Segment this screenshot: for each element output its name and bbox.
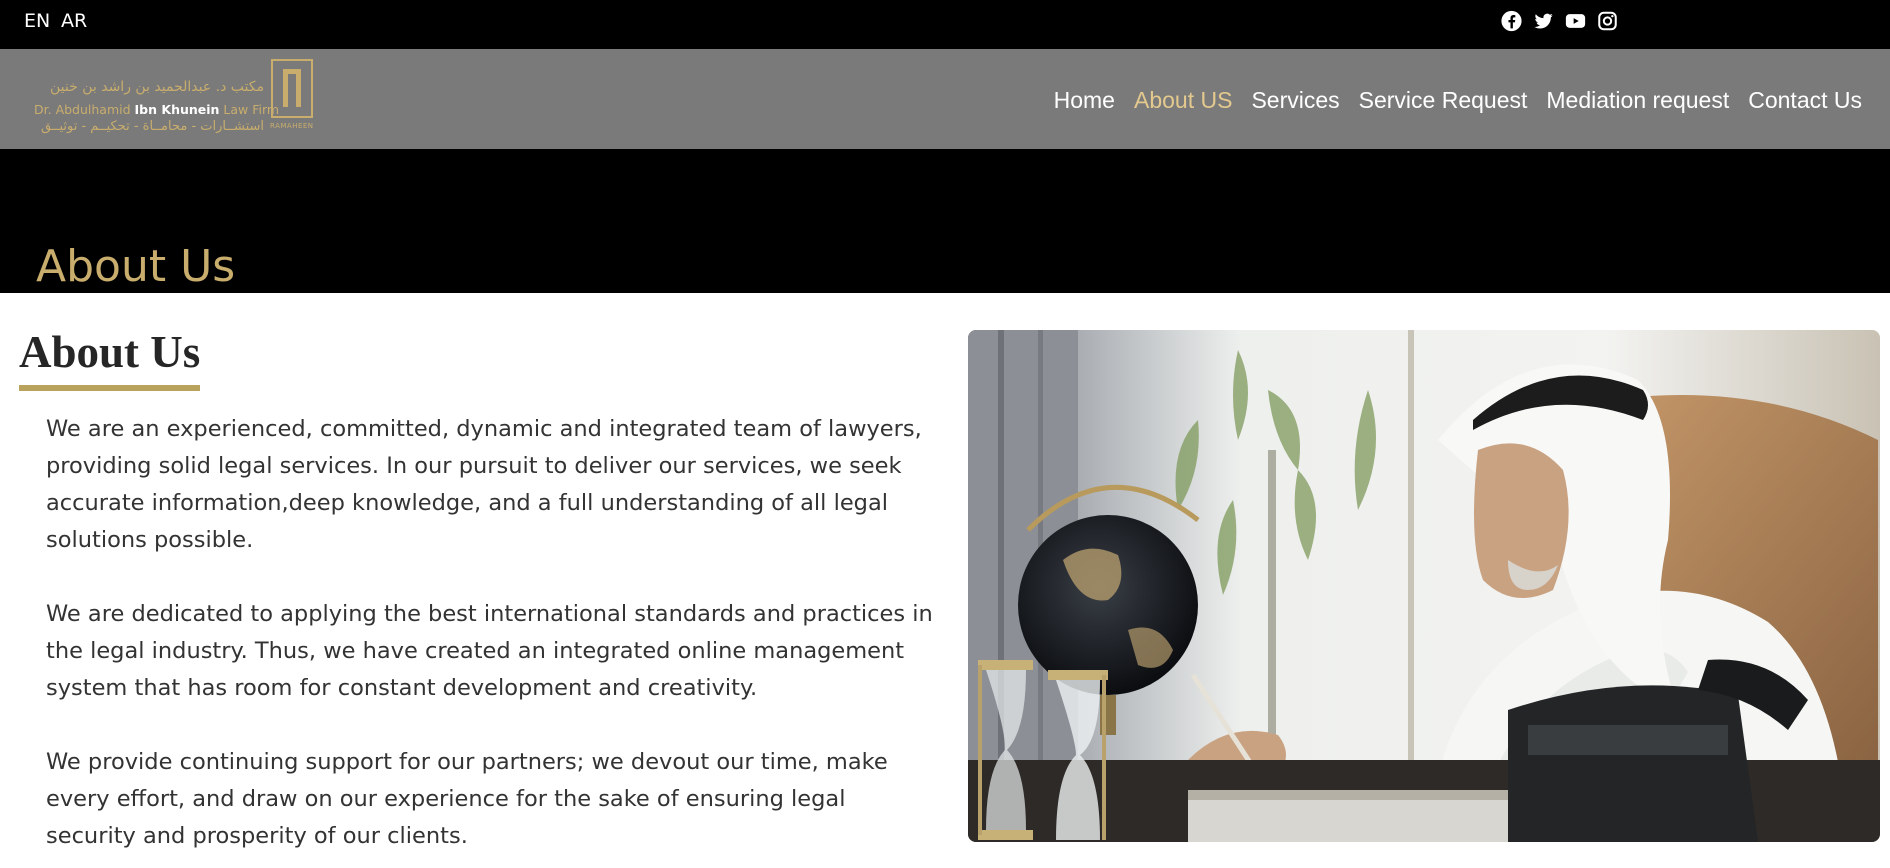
section-heading: About Us: [19, 327, 201, 377]
logo-english-name: Dr. Abdulhamid Ibn Khunein Law Firm: [34, 102, 280, 117]
nav-item-service-request[interactable]: Service Request: [1359, 87, 1528, 114]
top-bar: EN AR: [0, 0, 1890, 49]
youtube-icon[interactable]: [1564, 10, 1587, 32]
about-paragraph-1: We are an experienced, committed, dynami…: [46, 416, 922, 553]
logo-arabic-services: استشــارات - محامــاة - تحكيــم - توثيــ…: [41, 119, 264, 134]
language-en-link[interactable]: EN: [24, 10, 50, 32]
nav-item-about-us[interactable]: About US: [1134, 87, 1232, 114]
heading-underline: [19, 385, 200, 391]
facebook-icon[interactable]: [1500, 10, 1523, 32]
main-navbar: مكتب د. عبدالحميد بن راشد بن خنين Dr. Ab…: [0, 49, 1890, 149]
about-paragraph-3: We provide continuing support for our pa…: [46, 749, 888, 849]
nav-item-services[interactable]: Services: [1251, 87, 1339, 114]
logo-arabic-name: مكتب د. عبدالحميد بن راشد بن خنين: [50, 79, 264, 95]
page-hero: About Us: [0, 149, 1890, 293]
twitter-icon[interactable]: [1532, 10, 1555, 32]
about-paragraph-2: We are dedicated to applying the best in…: [46, 601, 933, 701]
language-ar-link[interactable]: AR: [61, 10, 87, 32]
nav-menu: Home About US Services Service Request M…: [1054, 87, 1862, 114]
founder-photo: [968, 330, 1880, 842]
logo-mark-caption: RAMAHEEN: [270, 122, 314, 130]
social-links: [1500, 10, 1619, 32]
hero-title: About Us: [36, 241, 236, 292]
firm-logo[interactable]: مكتب د. عبدالحميد بن راشد بن خنين Dr. Ab…: [34, 59, 316, 139]
nav-item-home[interactable]: Home: [1054, 87, 1115, 114]
nav-item-mediation-request[interactable]: Mediation request: [1546, 87, 1729, 114]
founder-photo-illustration: [968, 330, 1880, 842]
logo-mark-icon: [271, 59, 313, 118]
nav-item-contact-us[interactable]: Contact Us: [1748, 87, 1862, 114]
instagram-icon[interactable]: [1596, 10, 1619, 32]
